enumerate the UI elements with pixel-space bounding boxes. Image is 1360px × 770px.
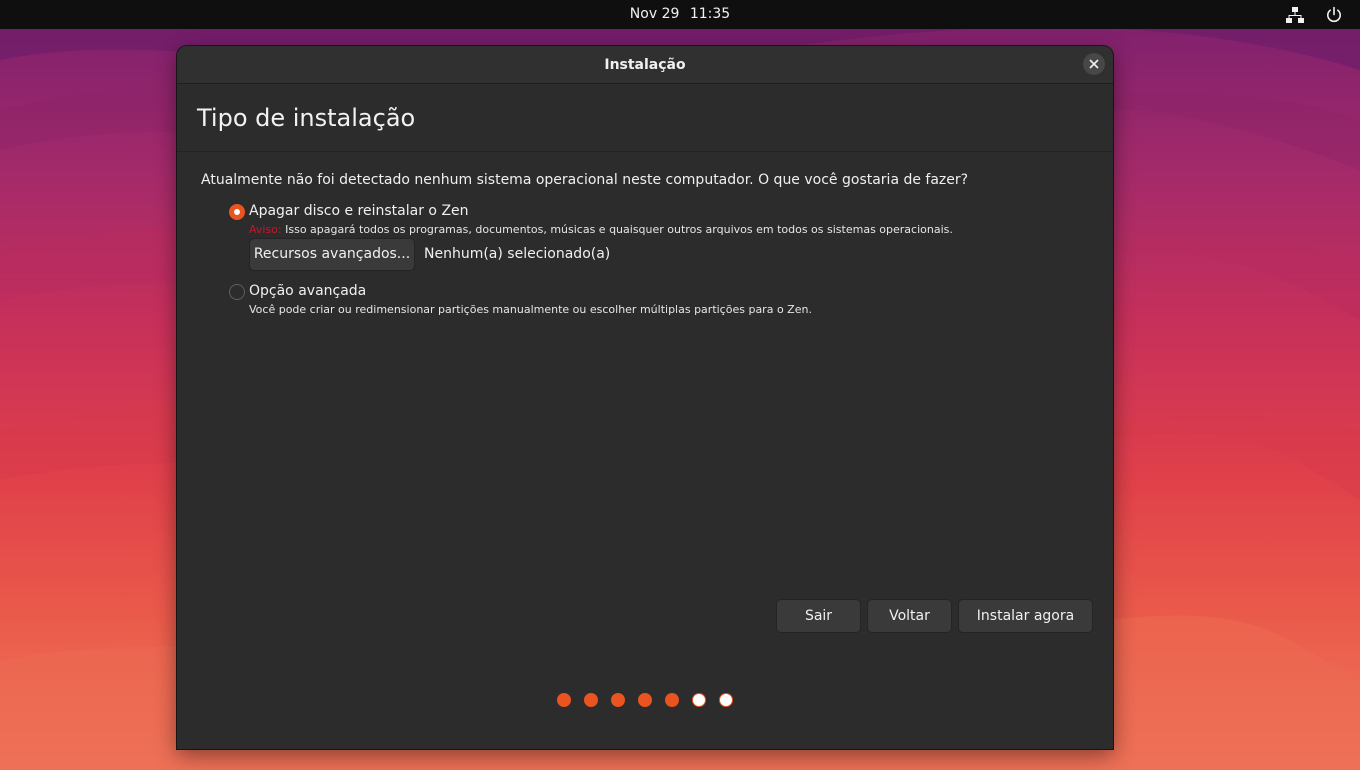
close-icon [1089,59,1099,69]
advanced-features-button[interactable]: Recursos avançados... [249,238,415,271]
progress-dot [611,693,625,707]
progress-dot [557,693,571,707]
page-header: Tipo de instalação [177,84,1113,152]
progress-dot [584,693,598,707]
question-text: Atualmente não foi detectado nenhum sist… [201,172,969,188]
power-icon[interactable] [1325,6,1343,24]
quit-button[interactable]: Sair [776,599,861,633]
warning-label: Aviso: [249,223,282,236]
window-title: Instalação [604,57,686,73]
erase-disk-warning-text: Isso apagará todos os programas, documen… [281,223,953,236]
top-bar: Nov 29 11:35 [0,0,1360,29]
step-progress-dots [177,692,1113,708]
progress-dot [692,693,706,707]
advanced-option-radio[interactable] [229,284,245,300]
erase-disk-radio[interactable] [229,204,245,220]
close-button[interactable] [1083,53,1105,75]
clock-date: Nov 29 [629,6,680,22]
progress-dot [665,693,679,707]
page-title: Tipo de instalação [197,104,416,132]
back-button[interactable]: Voltar [867,599,952,633]
clock-time: 11:35 [689,6,731,22]
advanced-option-description: Você pode criar ou redimensionar partiçõ… [249,303,812,316]
install-now-button[interactable]: Instalar agora [958,599,1093,633]
advanced-features-status: Nenhum(a) selecionado(a) [424,246,611,262]
clock[interactable]: Nov 29 11:35 [0,6,1360,22]
title-bar[interactable]: Instalação [177,46,1113,84]
erase-disk-label[interactable]: Apagar disco e reinstalar o Zen [249,203,469,219]
installer-window: Instalação Tipo de instalação Atualmente… [177,46,1113,749]
network-icon[interactable] [1286,6,1304,24]
advanced-option-label[interactable]: Opção avançada [249,283,366,299]
erase-disk-description: Aviso: Isso apagará todos os programas, … [249,223,953,236]
progress-dot [638,693,652,707]
progress-dot [719,693,733,707]
